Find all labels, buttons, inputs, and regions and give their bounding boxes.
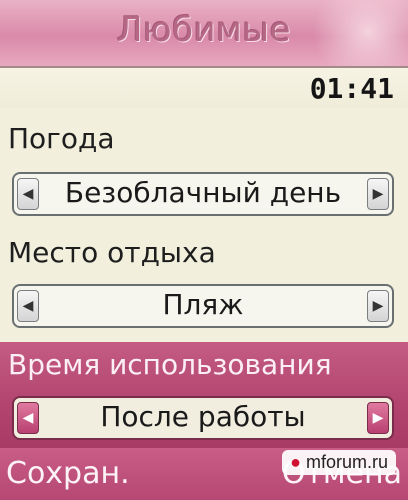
status-bar: 01:41 bbox=[0, 66, 408, 110]
weather-label: Погода bbox=[8, 122, 115, 155]
arrow-right-icon[interactable]: ▶ bbox=[367, 290, 389, 322]
watermark: ● mforum.ru bbox=[282, 450, 396, 475]
save-softkey[interactable]: Сохран. bbox=[6, 456, 130, 491]
vacation-place-value: Пляж bbox=[162, 288, 244, 321]
usage-time-row[interactable]: Время использования ◀ После работы ▶ bbox=[0, 342, 408, 448]
page-title: Любимые bbox=[116, 10, 292, 50]
arrow-left-icon[interactable]: ◀ bbox=[17, 290, 39, 322]
usage-time-selector[interactable]: ◀ После работы ▶ bbox=[12, 396, 394, 440]
arrow-right-icon[interactable]: ▶ bbox=[367, 178, 389, 210]
arrow-left-icon[interactable]: ◀ bbox=[17, 402, 39, 434]
usage-time-label: Время использования bbox=[8, 348, 332, 381]
settings-list: Погода ◀ Безоблачный день ▶ Место отдыха… bbox=[0, 108, 408, 342]
weather-value: Безоблачный день bbox=[64, 176, 342, 209]
clock: 01:41 bbox=[309, 72, 394, 105]
arrow-left-icon[interactable]: ◀ bbox=[17, 178, 39, 210]
vacation-place-label: Место отдыха bbox=[8, 236, 216, 269]
vacation-place-selector[interactable]: ◀ Пляж ▶ bbox=[12, 284, 394, 328]
watermark-text: mforum.ru bbox=[305, 452, 388, 472]
watermark-dot-icon: ● bbox=[290, 452, 301, 472]
usage-time-value: После работы bbox=[100, 400, 306, 433]
arrow-right-icon[interactable]: ▶ bbox=[367, 402, 389, 434]
weather-selector[interactable]: ◀ Безоблачный день ▶ bbox=[12, 172, 394, 216]
title-bar: Любимые bbox=[0, 0, 408, 66]
